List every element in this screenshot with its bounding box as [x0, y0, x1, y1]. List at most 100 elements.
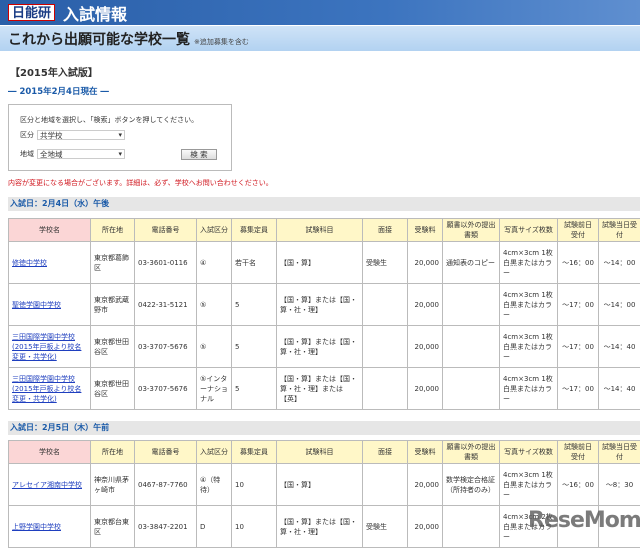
interview-cell: 受験生 — [363, 506, 408, 548]
prev-day-reception-cell: ～17：00 — [558, 284, 599, 326]
table-row: 三田国際学園中学校(2015年戸板より校名変更・共学化)東京都世田谷区03-37… — [9, 326, 640, 368]
page-header: これから出願可能な学校一覧 ※追加募集を含む — [0, 25, 640, 51]
header-row: 学校名所在地電話番号入試区分募集定員試験科目面接受験料願書以外の提出書類写真サイ… — [9, 219, 640, 242]
interview-cell — [363, 326, 408, 368]
column-header-interview: 面接 — [363, 441, 408, 464]
exam-type-cell: ⑤ — [197, 284, 232, 326]
same-day-reception-cell: ～14：40 — [599, 368, 640, 410]
nichinoken-logo[interactable]: 日能研 — [8, 4, 55, 21]
capacity-cell: 若干名 — [232, 242, 277, 284]
capacity-cell: 10 — [232, 506, 277, 548]
interview-cell — [363, 464, 408, 506]
column-header-subjects: 試験科目 — [277, 441, 363, 464]
column-header-phone: 電話番号 — [135, 441, 197, 464]
exam-type-cell: ⑤ — [197, 326, 232, 368]
header-row: 学校名所在地電話番号入試区分募集定員試験科目面接受験料願書以外の提出書類写真サイ… — [9, 441, 640, 464]
edition-label: 【2015年入試版】 — [10, 64, 98, 79]
school-name-cell: 修徳中学校 — [9, 242, 91, 284]
prev-day-reception-cell: ～17：00 — [558, 368, 599, 410]
location-cell: 東京都世田谷区 — [91, 326, 135, 368]
school-link[interactable]: 三田国際学園中学校(2015年戸板より校名変更・共学化) — [12, 333, 81, 361]
category-label: 区分 — [20, 130, 34, 140]
column-header-exam-type: 入試区分 — [197, 441, 232, 464]
column-header-subjects: 試験科目 — [277, 219, 363, 242]
site-title: 入試情報 — [63, 1, 127, 25]
column-header-photo: 写真サイズ枚数 — [500, 219, 558, 242]
documents-cell — [443, 284, 500, 326]
table-row: 聖徳学園中学校東京都武蔵野市0422-31-5121⑤5【国・算】または【国・算… — [9, 284, 640, 326]
table-row: 修徳中学校東京都葛飾区03-3601-0116④若干名【国・算】受験生20,00… — [9, 242, 640, 284]
column-header-capacity: 募集定員 — [232, 219, 277, 242]
phone-cell: 0467-87-7760 — [135, 464, 197, 506]
subjects-cell: 【国・算】または【国・算・社・理】 — [277, 284, 363, 326]
column-header-prev-day-reception: 試験前日受付 — [558, 441, 599, 464]
column-header-location: 所在地 — [91, 441, 135, 464]
prev-day-reception-cell: ～17：00 — [558, 326, 599, 368]
phone-cell: 0422-31-5121 — [135, 284, 197, 326]
region-select[interactable]: 全地域 — [37, 149, 125, 159]
search-button[interactable]: 検 索 — [181, 149, 217, 160]
phone-cell: 03-3601-0116 — [135, 242, 197, 284]
prev-day-reception-cell: ～16：00 — [558, 464, 599, 506]
subjects-cell: 【国・算】 — [277, 464, 363, 506]
exam-type-cell: ④ — [197, 242, 232, 284]
photo-cell: 4cm×3cm 1枚 白黒またはカラー — [500, 464, 558, 506]
capacity-cell: 10 — [232, 464, 277, 506]
location-cell: 東京都武蔵野市 — [91, 284, 135, 326]
same-day-reception-cell: ～14：00 — [599, 242, 640, 284]
photo-cell: 4cm×3cm 1枚 白黒またはカラー — [500, 284, 558, 326]
documents-cell — [443, 506, 500, 548]
school-link[interactable]: 聖徳学園中学校 — [12, 301, 61, 309]
column-header-fee: 受験料 — [408, 441, 443, 464]
same-day-reception-cell: ～14：00 — [599, 284, 640, 326]
table-row: 三田国際学園中学校(2015年戸板より校名変更・共学化)東京都世田谷区03-37… — [9, 368, 640, 410]
photo-cell: 4cm×3cm 1枚 白黒またはカラー — [500, 326, 558, 368]
column-header-school-name: 学校名 — [9, 441, 91, 464]
region-label: 地域 — [20, 149, 34, 159]
column-header-fee: 受験料 — [408, 219, 443, 242]
subjects-cell: 【国・算】 — [277, 242, 363, 284]
documents-cell — [443, 368, 500, 410]
school-name-cell: 三田国際学園中学校(2015年戸板より校名変更・共学化) — [9, 326, 91, 368]
fee-cell: 20,000 — [408, 284, 443, 326]
prev-day-reception-cell: ～16：00 — [558, 242, 599, 284]
fee-cell: 20,000 — [408, 242, 443, 284]
capacity-cell: 5 — [232, 368, 277, 410]
subjects-cell: 【国・算】または【国・算・社・理】または【英】 — [277, 368, 363, 410]
search-instruction: 区分と地域を選択し、「検索」ボタンを押してください。 — [20, 115, 198, 125]
fee-cell: 20,000 — [408, 464, 443, 506]
photo-cell: 4cm×3cm 1枚 白黒またはカラー — [500, 242, 558, 284]
column-header-exam-type: 入試区分 — [197, 219, 232, 242]
top-banner: 日能研 入試情報 — [0, 0, 640, 25]
school-name-cell: 上野学園中学校 — [9, 506, 91, 548]
column-header-location: 所在地 — [91, 219, 135, 242]
phone-cell: 03-3847-2201 — [135, 506, 197, 548]
category-select[interactable]: 共学校 — [37, 130, 125, 140]
exam-type-cell: ④（特待） — [197, 464, 232, 506]
school-link[interactable]: アレセイア湘南中学校 — [12, 481, 82, 489]
location-cell: 神奈川県茅ヶ崎市 — [91, 464, 135, 506]
school-link[interactable]: 上野学園中学校 — [12, 523, 61, 531]
same-day-reception-cell: ～14：40 — [599, 326, 640, 368]
schools-table: 学校名所在地電話番号入試区分募集定員試験科目面接受験料願書以外の提出書類写真サイ… — [8, 218, 640, 410]
fee-cell: 20,000 — [408, 506, 443, 548]
column-header-documents: 願書以外の提出書類 — [443, 219, 500, 242]
school-name-cell: 聖徳学園中学校 — [9, 284, 91, 326]
table-row: アレセイア湘南中学校 神奈川県茅ヶ崎市0467-87-7760④（特待）10【国・… — [9, 464, 640, 506]
warning-text: 内容が変更になる場合がございます。詳細は、必ず、学校へお問い合わせください。 — [8, 178, 273, 188]
section-header: 入試日：2月5日（木）午前 — [8, 421, 640, 435]
school-name-cell: 三田国際学園中学校(2015年戸板より校名変更・共学化) — [9, 368, 91, 410]
school-link[interactable]: 修徳中学校 — [12, 259, 47, 267]
column-header-photo: 写真サイズ枚数 — [500, 441, 558, 464]
section-header: 入試日：2月4日（水）午後 — [8, 197, 640, 211]
fee-cell: 20,000 — [408, 368, 443, 410]
capacity-cell: 5 — [232, 326, 277, 368]
column-header-phone: 電話番号 — [135, 219, 197, 242]
as-of-date: ― 2015年2月4日現在 ― — [8, 85, 109, 97]
school-name-cell: アレセイア湘南中学校 — [9, 464, 91, 506]
phone-cell: 03-3707-5676 — [135, 368, 197, 410]
subjects-cell: 【国・算】または【国・算・社・理】 — [277, 506, 363, 548]
subjects-cell: 【国・算】または【国・算・社・理】 — [277, 326, 363, 368]
location-cell: 東京都葛飾区 — [91, 242, 135, 284]
school-link[interactable]: 三田国際学園中学校(2015年戸板より校名変更・共学化) — [12, 375, 81, 403]
